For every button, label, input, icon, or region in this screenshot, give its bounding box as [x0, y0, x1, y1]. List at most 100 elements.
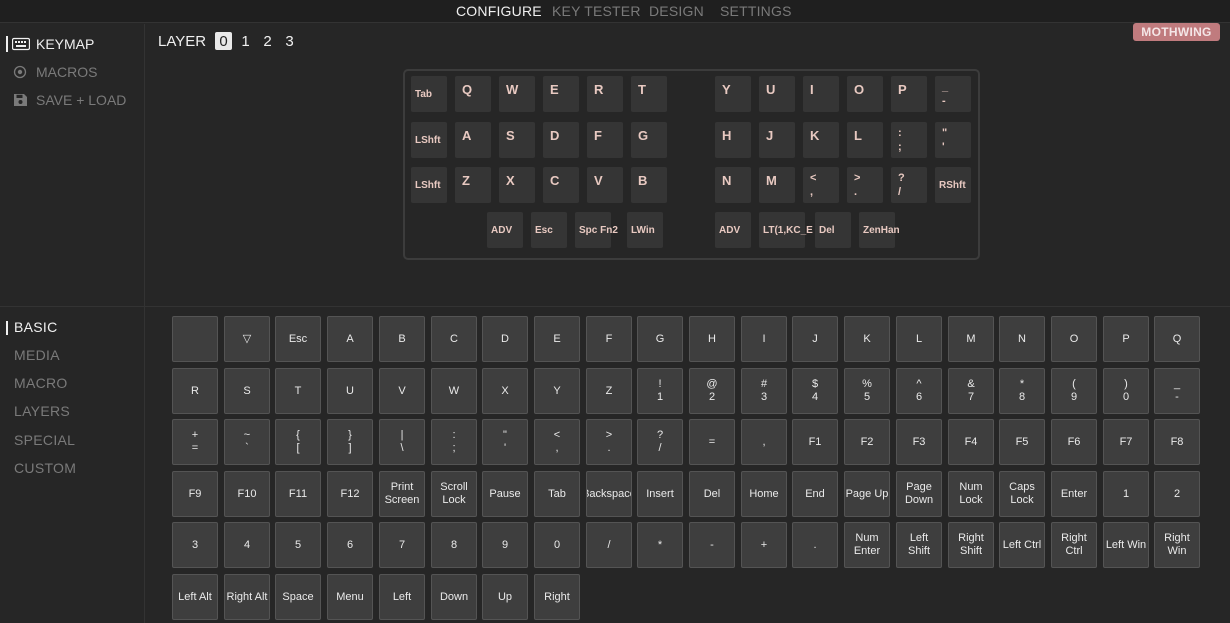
palette-key[interactable]: H — [689, 316, 735, 362]
layer-3-button[interactable]: 3 — [281, 32, 298, 50]
layer-2-button[interactable]: 2 — [259, 32, 276, 50]
palette-key[interactable]: F12 — [327, 471, 373, 517]
palette-key[interactable]: " ' — [482, 419, 528, 465]
palette-key[interactable]: Right — [534, 574, 580, 620]
palette-key[interactable]: ^ 6 — [896, 368, 942, 414]
palette-key[interactable]: $4 — [792, 368, 838, 414]
tab-key-tester[interactable]: KEY TESTER — [552, 3, 641, 19]
category-basic[interactable]: BASIC — [6, 319, 58, 335]
palette-key[interactable]: #3 — [741, 368, 787, 414]
palette-key[interactable] — [172, 316, 218, 362]
palette-key[interactable]: L — [896, 316, 942, 362]
palette-key[interactable]: - — [689, 522, 735, 568]
keymap-key[interactable]: N — [715, 167, 751, 203]
category-special[interactable]: SPECIAL — [14, 432, 75, 448]
keymap-key[interactable]: W — [499, 76, 535, 112]
palette-key[interactable]: :; — [431, 419, 477, 465]
palette-key[interactable]: + = — [172, 419, 218, 465]
category-layers[interactable]: LAYERS — [14, 403, 70, 419]
palette-key[interactable]: Page Down — [896, 471, 942, 517]
keymap-key[interactable]: _ - — [935, 76, 971, 112]
tab-configure[interactable]: CONFIGURE — [456, 3, 542, 19]
palette-key[interactable]: B — [379, 316, 425, 362]
keymap-key[interactable]: ZenHan — [859, 212, 900, 248]
palette-key[interactable]: Enter — [1051, 471, 1097, 517]
palette-key[interactable]: {[ — [275, 419, 321, 465]
keymap-key[interactable]: L — [847, 122, 883, 158]
keymap-key[interactable]: I — [803, 76, 839, 112]
palette-key[interactable]: Q — [1154, 316, 1200, 362]
palette-key[interactable]: ~ ` — [224, 419, 270, 465]
category-macro[interactable]: MACRO — [14, 375, 68, 391]
palette-key[interactable]: F1 — [792, 419, 838, 465]
palette-key[interactable]: F8 — [1154, 419, 1200, 465]
palette-key[interactable]: }] — [327, 419, 373, 465]
layer-1-button[interactable]: 1 — [237, 32, 254, 50]
palette-key[interactable]: K — [844, 316, 890, 362]
palette-key[interactable]: Num Enter — [844, 522, 890, 568]
palette-key[interactable]: @2 — [689, 368, 735, 414]
palette-key[interactable]: Esc — [275, 316, 321, 362]
keymap-key[interactable]: >. — [847, 167, 883, 203]
keymap-key[interactable]: P — [891, 76, 927, 112]
palette-key[interactable]: Tab — [534, 471, 580, 517]
palette-key[interactable]: Y — [534, 368, 580, 414]
palette-key[interactable]: , — [741, 419, 787, 465]
palette-key[interactable]: Left Ctrl — [999, 522, 1045, 568]
keymap-key[interactable]: Z — [455, 167, 491, 203]
keymap-key[interactable]: S — [499, 122, 535, 158]
palette-key[interactable]: F11 — [275, 471, 321, 517]
palette-key[interactable]: C — [431, 316, 477, 362]
palette-key[interactable]: 2 — [1154, 471, 1200, 517]
palette-key[interactable]: 1 — [1103, 471, 1149, 517]
palette-key[interactable]: A — [327, 316, 373, 362]
palette-key[interactable]: R — [172, 368, 218, 414]
keymap-key[interactable]: A — [455, 122, 491, 158]
palette-key[interactable]: 0 — [534, 522, 580, 568]
palette-key[interactable]: 4 — [224, 522, 270, 568]
menu-item-macros[interactable]: MACROS — [12, 62, 97, 82]
palette-key[interactable]: F10 — [224, 471, 270, 517]
palette-key[interactable]: % 5 — [844, 368, 890, 414]
palette-key[interactable]: Print Screen — [379, 471, 425, 517]
palette-key[interactable]: Left Win — [1103, 522, 1149, 568]
menu-item-save-load[interactable]: SAVE + LOAD — [12, 90, 126, 110]
palette-key[interactable]: ▽ — [224, 316, 270, 362]
palette-key[interactable]: S — [224, 368, 270, 414]
palette-key[interactable]: W — [431, 368, 477, 414]
palette-key[interactable]: V — [379, 368, 425, 414]
palette-key[interactable]: + — [741, 522, 787, 568]
keymap-key[interactable]: M — [759, 167, 795, 203]
palette-key[interactable]: F — [586, 316, 632, 362]
palette-key[interactable]: Left Shift — [896, 522, 942, 568]
keymap-key[interactable]: D — [543, 122, 579, 158]
palette-key[interactable]: & 7 — [948, 368, 994, 414]
palette-key[interactable]: Right Ctrl — [1051, 522, 1097, 568]
palette-key[interactable]: Z — [586, 368, 632, 414]
palette-key[interactable]: F5 — [999, 419, 1045, 465]
palette-key[interactable]: O — [1051, 316, 1097, 362]
palette-key[interactable]: F7 — [1103, 419, 1149, 465]
palette-key[interactable]: J — [792, 316, 838, 362]
palette-key[interactable]: ? / — [637, 419, 683, 465]
palette-key[interactable]: Up — [482, 574, 528, 620]
palette-key[interactable]: . — [792, 522, 838, 568]
palette-key[interactable]: ! 1 — [637, 368, 683, 414]
palette-key[interactable]: U — [327, 368, 373, 414]
keymap-key[interactable]: Q — [455, 76, 491, 112]
palette-key[interactable]: F2 — [844, 419, 890, 465]
palette-key[interactable]: P — [1103, 316, 1149, 362]
keymap-key[interactable]: RShft — [935, 167, 971, 203]
palette-key[interactable]: F6 — [1051, 419, 1097, 465]
tab-settings[interactable]: SETTINGS — [720, 3, 792, 19]
keymap-key[interactable]: K — [803, 122, 839, 158]
palette-key[interactable]: Caps Lock — [999, 471, 1045, 517]
palette-key[interactable]: Right Shift — [948, 522, 994, 568]
keymap-key[interactable]: C — [543, 167, 579, 203]
keymap-key[interactable]: Esc — [531, 212, 567, 248]
keymap-key[interactable]: V — [587, 167, 623, 203]
palette-key[interactable]: <, — [534, 419, 580, 465]
palette-key[interactable]: Page Up — [844, 471, 890, 517]
palette-key[interactable]: Right Alt — [224, 574, 270, 620]
menu-item-keymap[interactable]: KEYMAP — [5, 34, 94, 54]
